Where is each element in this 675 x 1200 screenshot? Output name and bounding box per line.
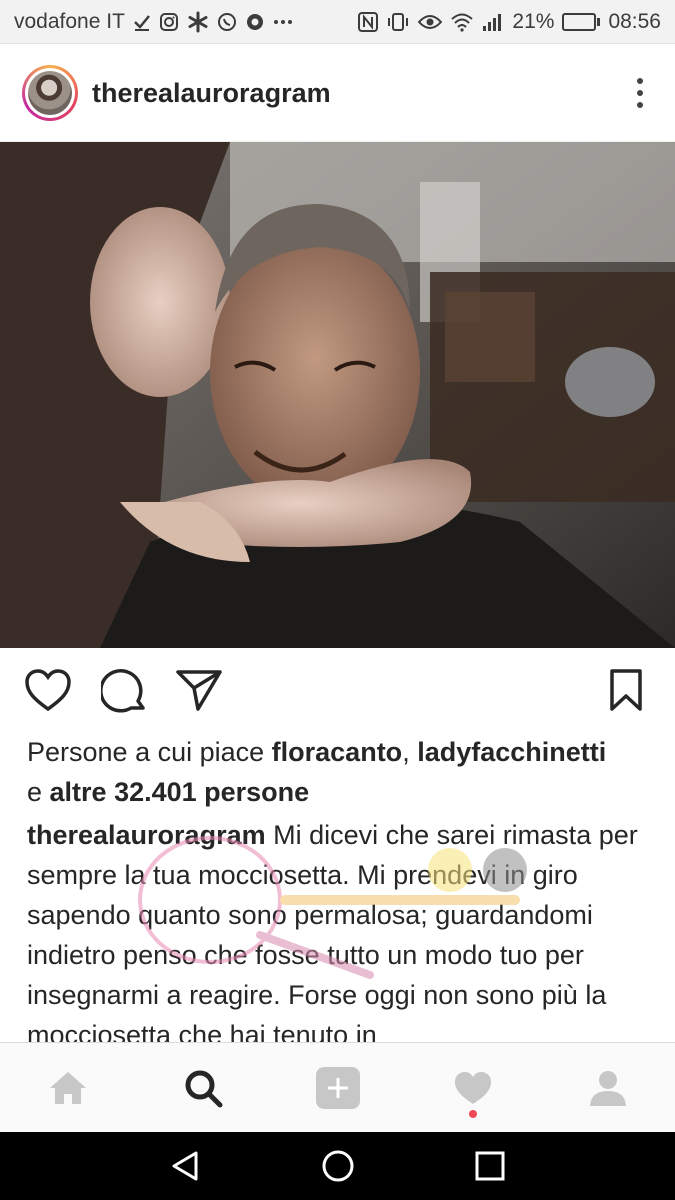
avatar-image <box>28 71 72 115</box>
more-options-icon[interactable] <box>627 72 653 114</box>
likes-prefix: Persone a cui piace <box>27 737 272 767</box>
battery-icon <box>562 12 601 31</box>
wifi-icon <box>450 10 474 34</box>
status-bar: vodafone IT 21% 08:56 <box>0 0 675 44</box>
asterisk-icon <box>187 10 209 34</box>
nav-home[interactable] <box>28 1048 108 1128</box>
nav-activity[interactable] <box>433 1048 513 1128</box>
eye-icon <box>418 10 443 34</box>
nfc-icon <box>358 10 379 34</box>
likes-and: e <box>27 777 50 807</box>
caption-text: Mi dicevi che sarei rimasta per sempre l… <box>27 820 638 1042</box>
clock: 08:56 <box>608 9 661 33</box>
check-icon <box>133 10 151 34</box>
instagram-icon <box>159 10 179 34</box>
liker-ladyfacchinetti[interactable]: ladyfacchinetti <box>417 737 606 767</box>
like-heart-icon[interactable] <box>24 668 72 712</box>
system-navigation-bar <box>0 1132 675 1200</box>
post-actions <box>0 660 675 724</box>
nav-new-post[interactable] <box>298 1048 378 1128</box>
bottom-navigation <box>0 1042 675 1132</box>
back-icon[interactable] <box>170 1150 202 1182</box>
likes-separator: , <box>402 737 418 767</box>
post-header: therealauroragram <box>0 45 675 142</box>
chrome-icon <box>245 10 265 34</box>
nav-search[interactable] <box>163 1048 243 1128</box>
battery-percent: 21% <box>512 9 555 33</box>
recents-square-icon[interactable] <box>475 1151 505 1181</box>
activity-heart-icon <box>454 1071 491 1104</box>
caption-username[interactable]: therealauroragram <box>27 820 266 850</box>
post-caption: therealauroragram Mi dicevi che sarei ri… <box>27 815 657 1042</box>
more-dots-icon <box>273 10 293 34</box>
comment-icon[interactable] <box>101 668 147 714</box>
likes-others-link[interactable]: altre 32.401 persone <box>50 777 310 807</box>
home-icon <box>49 1071 86 1104</box>
home-circle-icon[interactable] <box>321 1149 355 1183</box>
add-post-icon <box>315 1066 360 1109</box>
signal-icon <box>482 10 504 34</box>
share-direct-icon[interactable] <box>176 668 222 712</box>
post-photo[interactable] <box>0 142 675 648</box>
likes-summary: Persone a cui piace floracanto, ladyfacc… <box>27 732 657 812</box>
avatar[interactable] <box>22 65 78 121</box>
post-username[interactable]: therealauroragram <box>92 78 331 109</box>
profile-icon <box>589 1070 626 1106</box>
carrier-name: vodafone IT <box>14 9 125 33</box>
notification-dot <box>468 1109 477 1118</box>
whatsapp-icon <box>217 10 237 34</box>
search-icon <box>185 1070 222 1107</box>
nav-profile[interactable] <box>568 1048 648 1128</box>
vibrate-icon <box>386 10 410 34</box>
liker-floracanto[interactable]: floracanto <box>272 737 403 767</box>
save-bookmark-icon[interactable] <box>608 668 644 712</box>
